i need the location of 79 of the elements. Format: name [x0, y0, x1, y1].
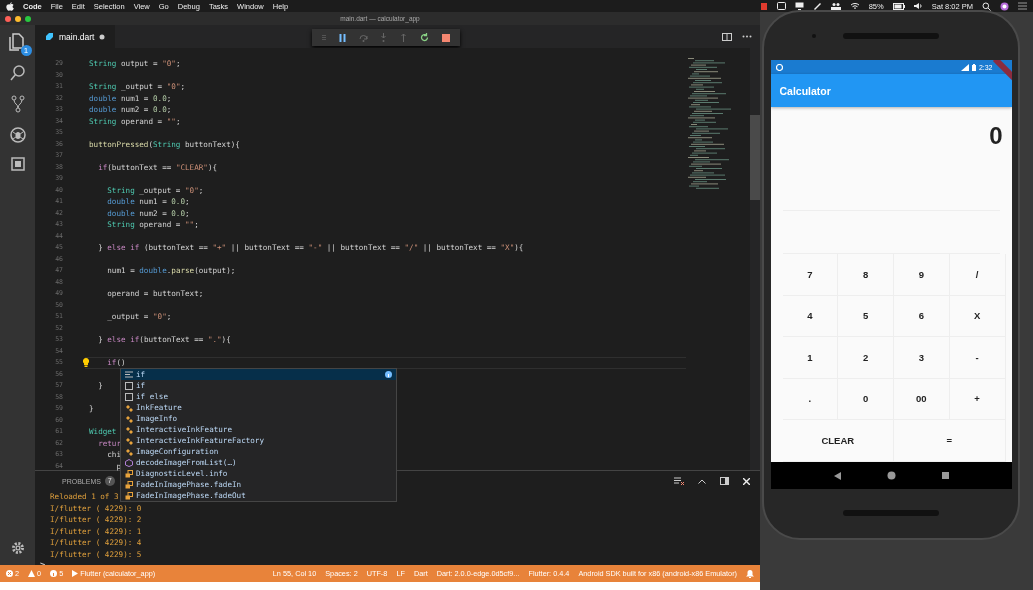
class-icon [125, 425, 133, 434]
siri-icon[interactable] [1000, 1, 1009, 11]
calculator-key[interactable]: = [894, 420, 1006, 461]
minimize-light[interactable] [15, 15, 21, 22]
signal-icon [960, 63, 969, 71]
source-control-icon[interactable] [10, 95, 25, 113]
wifi-icon[interactable] [849, 2, 860, 10]
volume-icon[interactable] [913, 2, 923, 10]
enum-icon [125, 480, 133, 489]
square-icon[interactable] [776, 2, 786, 10]
people-icon[interactable] [830, 2, 841, 10]
close-icon[interactable] [743, 477, 750, 485]
calculator-key[interactable]: 0 [838, 378, 894, 419]
lines-icon [125, 371, 133, 378]
home-icon[interactable] [886, 471, 896, 480]
search-icon[interactable] [982, 1, 991, 11]
calculator-key[interactable]: 6 [894, 295, 950, 336]
calculator-key[interactable]: 9 [894, 254, 950, 295]
split-editor-icon[interactable] [722, 32, 732, 41]
pause-icon[interactable] [339, 33, 347, 42]
extension-icon[interactable] [10, 157, 25, 171]
class-icon [125, 436, 133, 445]
calculator-key[interactable]: 8 [838, 254, 894, 295]
files-icon[interactable] [8, 33, 25, 51]
app-title: Calculator [779, 84, 831, 97]
tab-label: main.dart [59, 31, 95, 42]
calculator-key[interactable]: 00 [894, 378, 950, 419]
back-icon[interactable] [833, 471, 841, 480]
square-icon [125, 381, 133, 390]
dart-icon [45, 32, 54, 41]
record-icon[interactable] [759, 1, 768, 11]
square-icon [125, 392, 133, 401]
calculator-key[interactable]: CLEAR [782, 420, 894, 461]
calculator-display: 0 [989, 122, 1003, 150]
restart-icon[interactable] [419, 33, 429, 42]
more-icon[interactable] [742, 35, 752, 38]
search-icon[interactable] [9, 65, 26, 81]
enum-icon [125, 469, 133, 478]
class-icon [125, 403, 133, 412]
file-tab[interactable]: main.dart [35, 25, 116, 48]
grip-icon [322, 33, 327, 42]
calculator-key[interactable]: 3 [894, 337, 950, 378]
calculator-key[interactable]: 7 [782, 254, 839, 295]
calculator-key[interactable]: / [949, 254, 1006, 295]
error-icon [6, 570, 13, 577]
lightbulb-icon[interactable] [83, 358, 89, 367]
list-icon[interactable] [1018, 2, 1027, 10]
monitor-icon[interactable] [794, 2, 804, 10]
bell-icon[interactable] [746, 569, 754, 578]
close-light[interactable] [5, 15, 11, 22]
clear-output-icon[interactable] [674, 477, 684, 485]
apple-icon [6, 1, 14, 11]
battery-icon[interactable] [892, 2, 905, 10]
cube-icon [125, 458, 133, 467]
chevron-up-icon[interactable] [698, 478, 706, 484]
calculator-key[interactable]: + [949, 378, 1006, 419]
class-icon [125, 414, 133, 423]
notification-badge: 1 [20, 45, 32, 56]
calculator-key[interactable]: . [782, 378, 839, 419]
calculator-key[interactable]: 2 [838, 337, 894, 378]
zoom-light[interactable] [25, 15, 31, 22]
panel-layout-icon[interactable] [720, 477, 729, 485]
calculator-key[interactable]: - [949, 337, 1006, 378]
bug-icon[interactable] [9, 127, 26, 143]
class-icon [125, 447, 133, 456]
settings-icon[interactable] [10, 541, 25, 555]
warning-icon [28, 570, 36, 577]
calculator-key[interactable]: 1 [782, 337, 839, 378]
notification-icon [775, 63, 783, 71]
info-icon [50, 570, 58, 577]
play-icon [72, 570, 79, 577]
calculator-key[interactable]: X [949, 295, 1006, 336]
enum-icon [125, 491, 133, 500]
recents-icon[interactable] [941, 472, 949, 479]
calculator-key[interactable]: 5 [838, 295, 894, 336]
battery-icon [971, 63, 976, 71]
calculator-key[interactable]: 4 [782, 295, 839, 336]
stop-icon[interactable] [441, 33, 450, 42]
info-icon[interactable] [385, 371, 392, 378]
